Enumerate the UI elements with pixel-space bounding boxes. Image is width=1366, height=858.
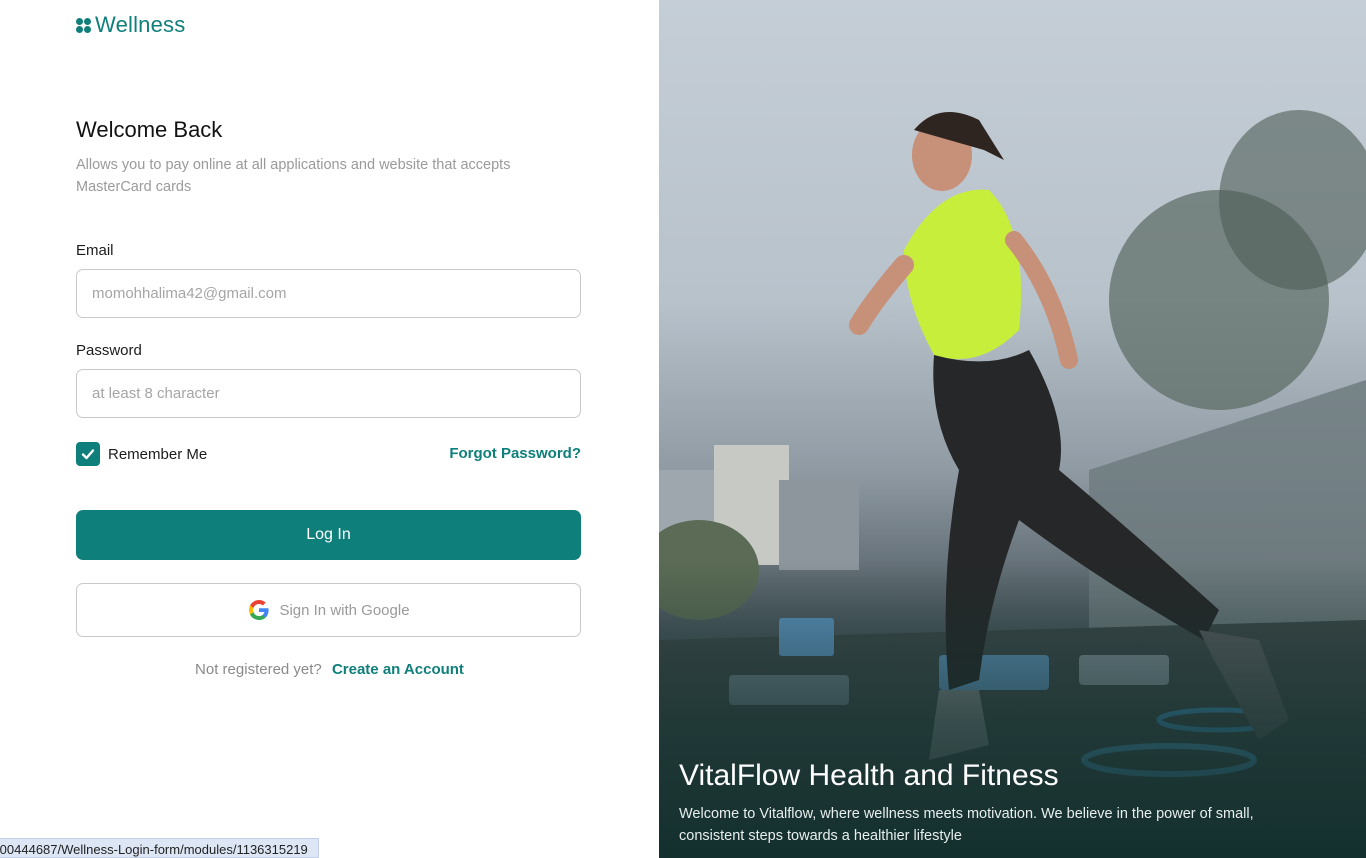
create-account-link[interactable]: Create an Account [332, 661, 464, 678]
email-field[interactable] [76, 269, 581, 318]
remember-checkbox[interactable] [76, 442, 100, 466]
forgot-password-link[interactable]: Forgot Password? [449, 445, 581, 462]
clover-dots-icon [76, 17, 91, 33]
remember-me[interactable]: Remember Me [76, 442, 207, 466]
email-label: Email [76, 242, 114, 259]
status-url: ry/200444687/Wellness-Login-form/modules… [0, 842, 308, 857]
page-title: Welcome Back [76, 117, 223, 142]
register-row: Not registered yet? Create an Account [0, 661, 659, 678]
login-pane: Wellness Welcome Back Allows you to pay … [0, 0, 659, 858]
password-field[interactable] [76, 369, 581, 418]
google-signin-button[interactable]: Sign In with Google [76, 583, 581, 637]
register-text: Not registered yet? [195, 661, 322, 678]
remember-label: Remember Me [108, 445, 208, 463]
google-g-icon [249, 600, 270, 620]
hero-title: VitalFlow Health and Fitness [679, 759, 1059, 792]
page-subtitle: Allows you to pay online at all applicat… [76, 157, 511, 195]
status-url-bar: ry/200444687/Wellness-Login-form/modules… [0, 838, 319, 858]
brand-logo[interactable]: Wellness [76, 12, 185, 38]
password-label: Password [76, 342, 142, 359]
google-signin-label: Sign In with Google [279, 601, 410, 619]
brand-name: Wellness [95, 12, 186, 37]
login-button[interactable]: Log In [76, 510, 581, 560]
hero-panel: VitalFlow Health and Fitness Welcome to … [659, 0, 1366, 858]
hero-description: Welcome to Vitalflow, where wellness mee… [679, 806, 1254, 844]
check-icon [81, 449, 95, 460]
